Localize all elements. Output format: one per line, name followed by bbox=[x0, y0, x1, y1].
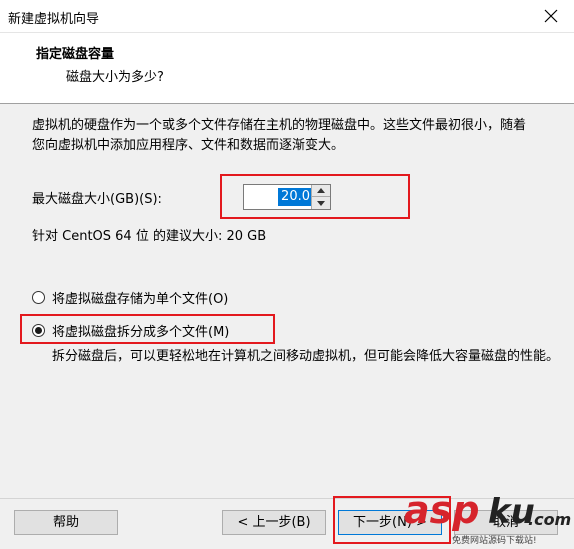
size-highlight-box bbox=[220, 174, 410, 219]
split-description: 拆分磁盘后，可以更轻松地在计算机之间移动虚拟机，但可能会降低大容量磁盘的性能。 bbox=[52, 349, 560, 364]
watermark-subtitle: 免费网站源码下载站! bbox=[452, 536, 537, 546]
close-icon bbox=[544, 9, 558, 23]
option-single-label: 将虚拟磁盘存储为单个文件(O) bbox=[52, 292, 229, 307]
page-title: 指定磁盘容量 bbox=[36, 47, 115, 62]
window-title: 新建虚拟机向导 bbox=[8, 12, 100, 27]
back-button[interactable]: < 上一步(B) bbox=[222, 510, 326, 535]
watermark-com: .com bbox=[528, 510, 572, 529]
title-bar: 新建虚拟机向导 bbox=[0, 0, 574, 33]
wizard-body: 虚拟机的硬盘作为一个或多个文件存储在主机的物理磁盘中。这些文件最初很小，随着您向… bbox=[0, 104, 574, 497]
radio-single[interactable] bbox=[32, 291, 45, 304]
wizard-header: 指定磁盘容量 磁盘大小为多少? bbox=[0, 33, 574, 104]
option-single-file[interactable]: 将虚拟磁盘存储为单个文件(O) bbox=[32, 288, 228, 307]
split-highlight-box bbox=[20, 314, 275, 344]
page-subtitle: 磁盘大小为多少? bbox=[66, 70, 164, 85]
watermark-asp: asp bbox=[404, 488, 480, 532]
close-button[interactable] bbox=[528, 0, 574, 32]
recommended-size: 针对 CentOS 64 位 的建议大小: 20 GB bbox=[32, 229, 267, 244]
disk-description: 虚拟机的硬盘作为一个或多个文件存储在主机的物理磁盘中。这些文件最初很小，随着您向… bbox=[32, 118, 527, 153]
help-button[interactable]: 帮助 bbox=[14, 510, 118, 535]
max-disk-size-label: 最大磁盘大小(GB)(S): bbox=[32, 192, 162, 207]
